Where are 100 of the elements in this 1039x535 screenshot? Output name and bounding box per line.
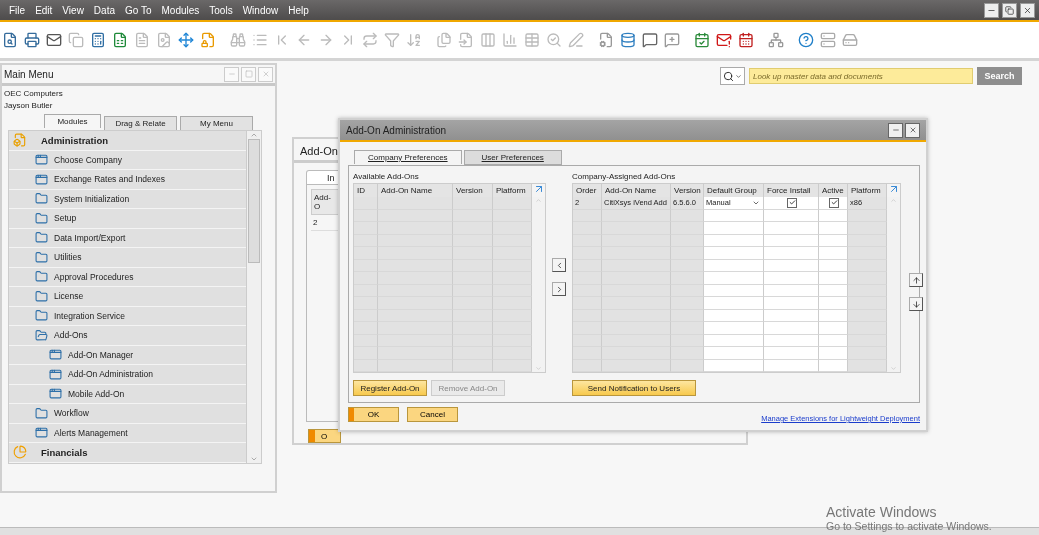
menu-item[interactable]: Tools xyxy=(204,4,238,16)
locked-document-icon[interactable] xyxy=(200,32,216,48)
active-checkbox[interactable] xyxy=(829,197,839,208)
add-on-button[interactable]: Register Add-On xyxy=(353,380,427,396)
menu-item[interactable]: Add-Ons xyxy=(9,326,246,346)
move-arrows-icon[interactable] xyxy=(178,32,194,48)
scroll-up-icon[interactable] xyxy=(890,197,897,204)
menu-item[interactable]: Alerts Management xyxy=(9,423,246,443)
refresh-arrows-icon[interactable] xyxy=(362,32,378,48)
scroll-down-icon[interactable] xyxy=(250,455,258,463)
menu-item[interactable]: Workflow xyxy=(9,404,246,424)
menu-item[interactable]: Edit xyxy=(30,4,58,16)
menu-item[interactable]: Go To xyxy=(120,4,157,16)
scroll-down-icon[interactable] xyxy=(535,365,542,372)
scrollbar[interactable] xyxy=(246,131,261,463)
search-field[interactable]: Look up master data and documents xyxy=(749,68,973,84)
close-icon xyxy=(261,70,270,78)
window-title: Main Menu xyxy=(4,68,54,80)
minimize-button[interactable] xyxy=(984,2,999,18)
dialog-button[interactable]: Cancel xyxy=(407,407,458,422)
close-button[interactable] xyxy=(905,122,920,138)
hierarchy-icon[interactable] xyxy=(768,32,784,48)
minimize-button[interactable] xyxy=(888,122,903,138)
menu-item[interactable]: Modules xyxy=(156,4,205,16)
list-icon[interactable] xyxy=(252,32,268,48)
sort-icon[interactable] xyxy=(406,32,422,48)
scroll-down-icon[interactable] xyxy=(890,365,897,372)
search-options-button[interactable] xyxy=(720,67,745,85)
binoculars-icon[interactable] xyxy=(230,32,246,48)
mail-alert-icon[interactable] xyxy=(716,32,732,48)
menu-item[interactable]: Mobile Add-On xyxy=(9,384,246,404)
menu-item[interactable]: View xyxy=(57,4,89,16)
image-file-icon[interactable] xyxy=(156,32,172,48)
menu-tab[interactable]: Modules xyxy=(44,114,101,128)
spreadsheet-icon[interactable] xyxy=(112,32,128,48)
next-arrow-icon[interactable] xyxy=(318,32,334,48)
folder-icon xyxy=(35,211,48,225)
section-label: Company-Assigned Add-Ons xyxy=(572,172,677,183)
table-icon[interactable] xyxy=(524,32,540,48)
preview-icon[interactable] xyxy=(2,32,18,48)
menu-item[interactable]: Setup xyxy=(9,209,246,229)
scroll-thumb[interactable] xyxy=(248,139,260,263)
menu-item[interactable]: Financials xyxy=(9,443,246,463)
pen-icon[interactable] xyxy=(568,32,584,48)
calendar-icon[interactable] xyxy=(738,32,754,48)
menu-item[interactable]: Window xyxy=(237,4,284,16)
close-icon xyxy=(1023,5,1032,15)
menu-item[interactable]: System Initialization xyxy=(9,189,246,209)
folder-icon xyxy=(35,406,48,420)
new-message-icon[interactable] xyxy=(664,32,680,48)
menu-item[interactable]: License xyxy=(9,287,246,307)
send-notification-button[interactable]: Send Notification to Users xyxy=(572,380,696,396)
maximize-button[interactable] xyxy=(241,66,256,82)
restore-button[interactable] xyxy=(1002,2,1017,18)
filter-icon[interactable] xyxy=(384,32,400,48)
envelope-icon[interactable] xyxy=(46,32,62,48)
force-install-checkbox[interactable] xyxy=(787,197,797,208)
copy-icon[interactable] xyxy=(68,32,84,48)
move-left-button[interactable] xyxy=(552,258,566,272)
menu-item[interactable]: Data xyxy=(88,4,120,16)
scroll-up-icon[interactable] xyxy=(535,197,542,204)
ok-button[interactable]: O xyxy=(308,429,341,443)
dialog-tab[interactable]: User Preferences xyxy=(463,150,562,165)
menu-item[interactable]: Utilities xyxy=(9,248,246,268)
move-right-button[interactable] xyxy=(552,282,566,296)
user-name: Jayson Butler xyxy=(4,100,54,112)
menu-item[interactable]: File xyxy=(4,4,31,16)
menu-item[interactable]: Add-On Manager xyxy=(9,345,246,365)
menu-item[interactable]: Integration Service xyxy=(9,306,246,326)
menu-tab[interactable]: Drag & Relate xyxy=(104,116,177,130)
move-up-button[interactable] xyxy=(909,273,923,287)
scroll-up-icon[interactable] xyxy=(250,131,258,139)
dialog-button[interactable]: OK xyxy=(348,407,399,422)
printer-icon[interactable] xyxy=(24,32,40,48)
menu-item[interactable]: Exchange Rates and Indexes xyxy=(9,170,246,190)
previous-arrow-icon[interactable] xyxy=(296,32,312,48)
menu-item[interactable]: Add-On Administration xyxy=(9,365,246,385)
drive-icon[interactable] xyxy=(842,32,858,48)
documents-icon[interactable] xyxy=(436,32,452,48)
server-icon[interactable] xyxy=(820,32,836,48)
menu-item[interactable]: Data Import/Export xyxy=(9,228,246,248)
dialog-tab[interactable]: Company Preferences xyxy=(354,150,462,164)
close-button[interactable] xyxy=(1020,2,1035,18)
columns-icon[interactable] xyxy=(480,32,496,48)
calendar-check-icon[interactable] xyxy=(694,32,710,48)
move-down-button[interactable] xyxy=(909,297,923,311)
menu-item[interactable]: Help xyxy=(283,4,314,16)
chat-icon[interactable] xyxy=(642,32,658,48)
help-icon[interactable] xyxy=(798,32,814,48)
document-icon[interactable] xyxy=(134,32,150,48)
menu-item[interactable]: Approval Procedures xyxy=(9,267,246,287)
menu-tab[interactable]: My Menu xyxy=(180,116,253,130)
import-document-icon[interactable] xyxy=(458,32,474,48)
folder-icon xyxy=(35,270,48,284)
document-gear-icon[interactable] xyxy=(598,32,614,48)
menu-item[interactable]: Administration xyxy=(9,131,246,151)
menu-item[interactable]: Choose Company xyxy=(9,150,246,170)
chart-icon[interactable] xyxy=(502,32,518,48)
magnifier-icon[interactable] xyxy=(546,32,562,48)
down-arrow-icon xyxy=(911,299,921,309)
